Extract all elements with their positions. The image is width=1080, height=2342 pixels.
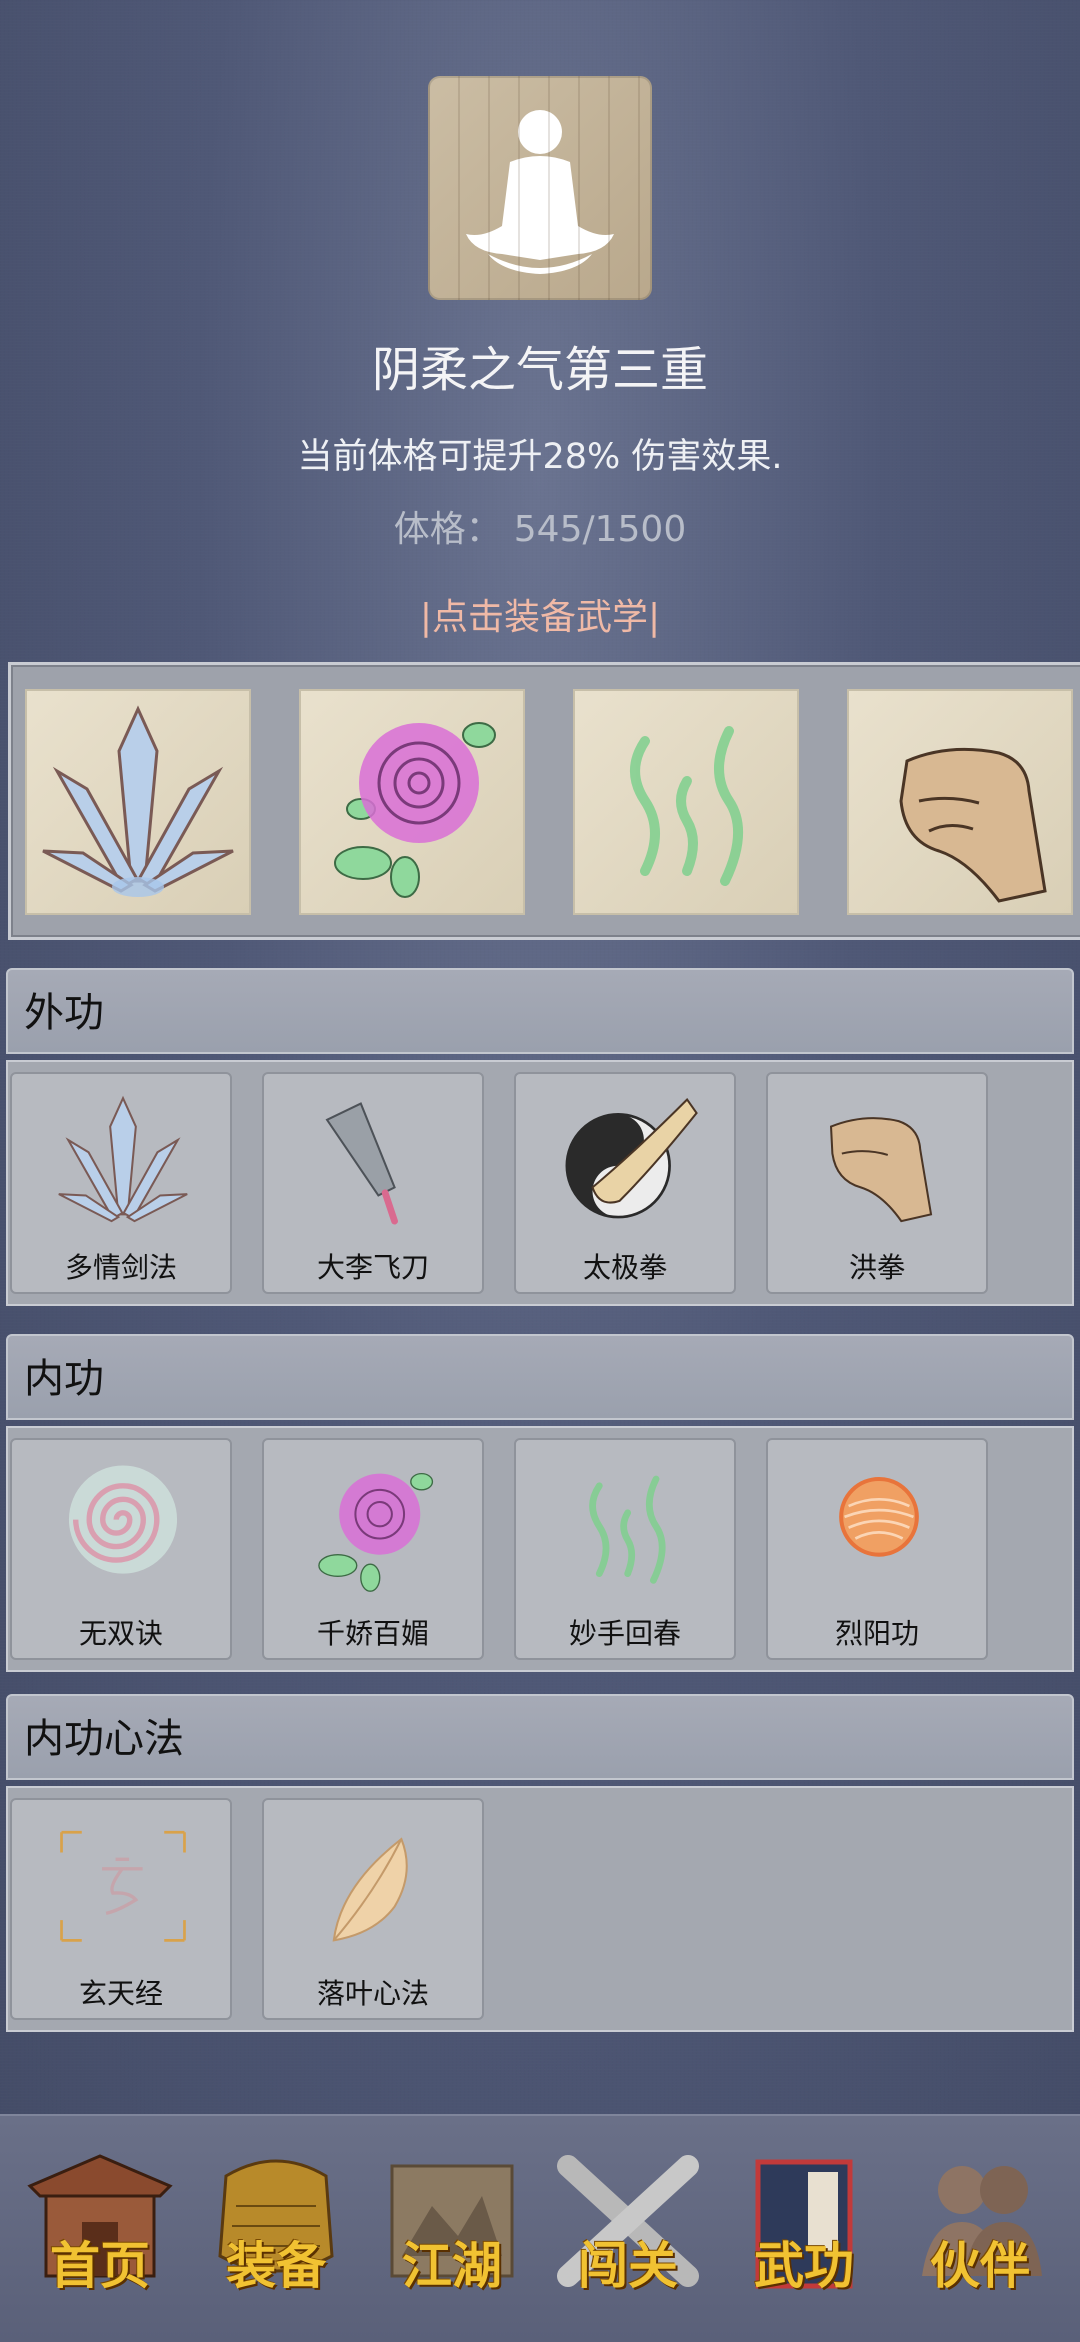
skill-card[interactable]: 多情剑法 bbox=[10, 1072, 232, 1294]
rose-icon bbox=[334, 722, 496, 898]
skill-label: 多情剑法 bbox=[64, 1251, 177, 1284]
leaf-icon bbox=[332, 1837, 408, 1942]
skill-label: 无双诀 bbox=[78, 1617, 163, 1650]
skill-card[interactable]: 玄天经 bbox=[10, 1798, 232, 2020]
skill-card[interactable]: 洪拳 bbox=[766, 1072, 988, 1294]
spiral-icon bbox=[68, 1465, 178, 1574]
section-title-inner: 内功 bbox=[6, 1334, 1074, 1420]
skill-label: 烈阳功 bbox=[834, 1617, 919, 1650]
nav-companions[interactable]: 伙伴 bbox=[900, 2146, 1060, 2316]
section-title-mind: 内功心法 bbox=[6, 1694, 1074, 1780]
green-wisps-icon bbox=[630, 726, 743, 886]
skill-description: 当前体格可提升28% 伤害效果. bbox=[297, 437, 783, 477]
green-wisps-icon bbox=[589, 1475, 666, 1584]
skill-card[interactable]: 烈阳功 bbox=[766, 1438, 988, 1660]
nav-home[interactable]: 首页 bbox=[20, 2146, 180, 2316]
script-texture bbox=[428, 76, 652, 300]
equipped-slot-2[interactable] bbox=[299, 689, 525, 915]
taiji-fist-icon bbox=[565, 1097, 698, 1219]
skill-label: 妙手回春 bbox=[568, 1617, 681, 1650]
flying-knife-icon bbox=[325, 1102, 398, 1225]
fist-icon bbox=[899, 747, 1047, 903]
mind-skills-section: 内功心法 玄天经 落叶心法 bbox=[6, 1694, 1074, 2032]
equipped-slot-1[interactable] bbox=[25, 689, 251, 915]
equipped-slot-4[interactable] bbox=[847, 689, 1073, 915]
crystal-blades-icon bbox=[58, 1095, 188, 1223]
skill-label: 洪拳 bbox=[848, 1251, 905, 1284]
constitution-stat: 体格： 545/1500 bbox=[0, 500, 1080, 552]
nav-label: 装备 bbox=[226, 2236, 326, 2295]
nav-label: 武功 bbox=[754, 2236, 854, 2295]
skill-label: 大李飞刀 bbox=[316, 1251, 429, 1284]
skill-card[interactable]: 千娇百媚 bbox=[262, 1438, 484, 1660]
mind-skills-grid: 玄天经 落叶心法 bbox=[6, 1786, 1074, 2032]
skill-label: 太极拳 bbox=[582, 1251, 667, 1284]
nav-label: 闯关 bbox=[578, 2236, 678, 2295]
rose-icon bbox=[318, 1472, 434, 1592]
outer-skills-section: 外功 多情剑法 大李飞刀 太极拳 洪拳 bbox=[6, 968, 1074, 1306]
stat-value: 545/1500 bbox=[513, 509, 687, 550]
nav-jianghu[interactable]: 江湖 bbox=[372, 2146, 532, 2316]
xuan-scroll-icon bbox=[60, 1830, 186, 1942]
nav-label: 首页 bbox=[50, 2236, 150, 2295]
nav-label: 伙伴 bbox=[930, 2236, 1030, 2295]
nav-challenge[interactable]: 闯关 bbox=[548, 2146, 708, 2316]
bottom-navigation: 首页 装备 江湖 闯关 武功 伙伴 bbox=[0, 2114, 1080, 2342]
skill-card[interactable]: 妙手回春 bbox=[514, 1438, 736, 1660]
nav-equipment[interactable]: 装备 bbox=[196, 2146, 356, 2316]
fist-icon bbox=[829, 1117, 933, 1223]
section-title-outer: 外功 bbox=[6, 968, 1074, 1054]
outer-skills-grid: 多情剑法 大李飞刀 太极拳 洪拳 bbox=[6, 1060, 1074, 1306]
skill-title: 阴柔之气第三重 bbox=[371, 342, 708, 398]
skill-card[interactable]: 大李飞刀 bbox=[262, 1072, 484, 1294]
inner-skills-section: 内功 无双诀 千娇百媚 妙手回春 烈阳功 bbox=[6, 1334, 1074, 1672]
skill-label: 落叶心法 bbox=[316, 1977, 429, 2010]
meditation-portrait bbox=[428, 76, 652, 300]
inner-skills-grid: 无双诀 千娇百媚 妙手回春 烈阳功 bbox=[6, 1426, 1074, 1672]
equipped-skills-strip bbox=[8, 662, 1080, 940]
equipped-slot-3[interactable] bbox=[573, 689, 799, 915]
sun-orb-icon bbox=[839, 1477, 919, 1557]
nav-label: 江湖 bbox=[402, 2236, 502, 2295]
stat-label: 体格： bbox=[393, 509, 502, 550]
skill-label: 千娇百媚 bbox=[316, 1617, 429, 1650]
equip-martial-arts-link[interactable]: |点击装备武学| bbox=[0, 588, 1080, 640]
nav-martial-arts[interactable]: 武功 bbox=[724, 2146, 884, 2316]
skill-label: 玄天经 bbox=[78, 1977, 163, 2010]
crystal-blades-icon bbox=[42, 705, 234, 897]
skill-card[interactable]: 落叶心法 bbox=[262, 1798, 484, 2020]
skill-card[interactable]: 无双诀 bbox=[10, 1438, 232, 1660]
skill-card[interactable]: 太极拳 bbox=[514, 1072, 736, 1294]
